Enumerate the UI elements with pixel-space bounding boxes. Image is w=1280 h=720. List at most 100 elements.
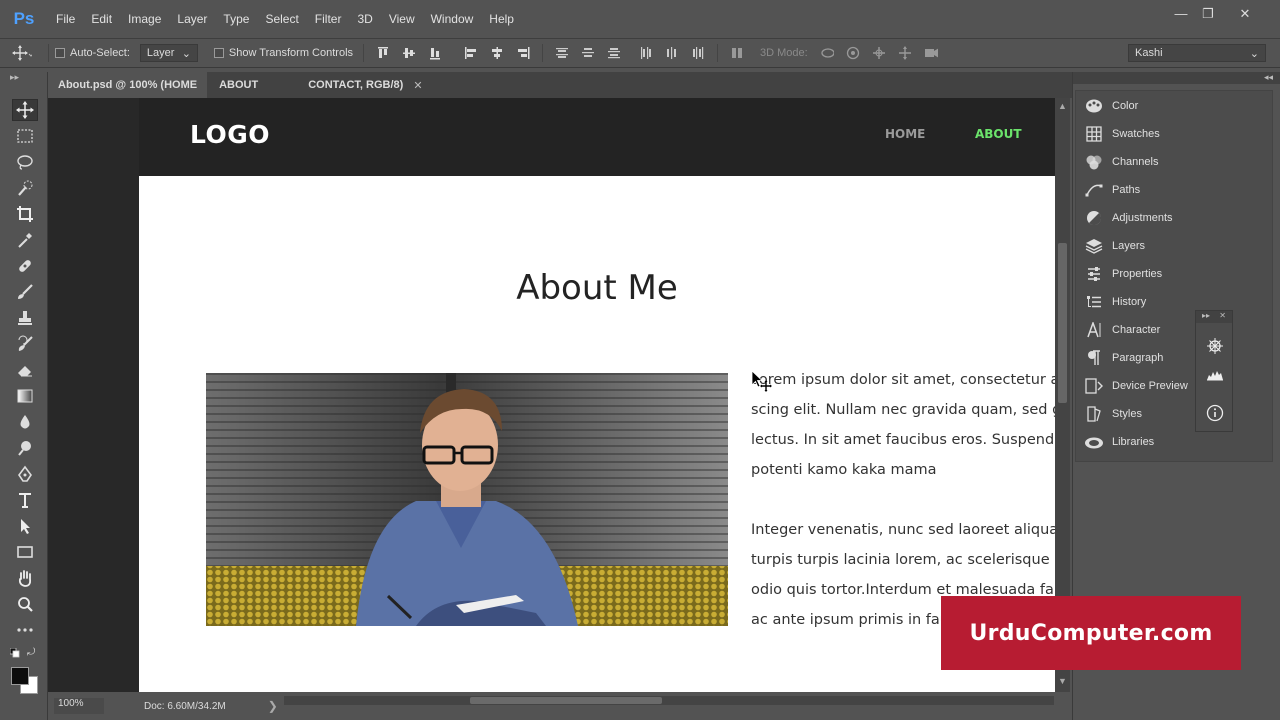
- panel-character[interactable]: Character: [1084, 318, 1160, 342]
- panel-device-preview[interactable]: Device Preview: [1084, 374, 1188, 398]
- quick-selection-tool-icon[interactable]: [12, 177, 38, 199]
- histogram-icon[interactable]: [1205, 364, 1225, 384]
- paragraph-icon: [1084, 348, 1104, 368]
- restore-button[interactable]: ❐: [1193, 6, 1223, 22]
- rectangle-tool-icon[interactable]: [12, 541, 38, 563]
- distribute-top-icon[interactable]: [555, 46, 569, 60]
- menu-help[interactable]: Help: [481, 12, 522, 26]
- move-tool-icon[interactable]: [12, 99, 38, 121]
- align-right-icon[interactable]: [516, 46, 530, 60]
- panel-styles[interactable]: Styles: [1084, 402, 1142, 426]
- align-top-icon[interactable]: [376, 46, 390, 60]
- scroll-down-icon[interactable]: ▼: [1058, 676, 1067, 686]
- align-left-icon[interactable]: [464, 46, 478, 60]
- more-tools-icon[interactable]: [12, 619, 38, 641]
- dodge-tool-icon[interactable]: [12, 437, 38, 459]
- close-tab-icon[interactable]: ✕: [413, 79, 422, 92]
- blur-tool-icon[interactable]: [12, 411, 38, 433]
- 3d-pan-icon[interactable]: [872, 46, 886, 60]
- 3d-slide-icon[interactable]: [898, 46, 912, 60]
- eraser-tool-icon[interactable]: [12, 359, 38, 381]
- nav-home[interactable]: HOME: [885, 127, 925, 141]
- distribute-center-icon[interactable]: [581, 46, 595, 60]
- menu-3d[interactable]: 3D: [349, 12, 380, 26]
- close-panel-icon[interactable]: ✕: [1219, 311, 1226, 323]
- marquee-tool-icon[interactable]: [12, 125, 38, 147]
- horizontal-scrollbar[interactable]: [284, 696, 1054, 705]
- align-bottom-icon[interactable]: [428, 46, 442, 60]
- vertical-scroll-thumb[interactable]: [1058, 243, 1067, 403]
- panel-channels[interactable]: Channels: [1084, 150, 1158, 174]
- panel-libraries[interactable]: Libraries: [1084, 430, 1154, 454]
- menu-view[interactable]: View: [381, 12, 423, 26]
- tab-about-psd[interactable]: About.psd @ 100% (HOME: [48, 72, 208, 98]
- chevron-down-icon: ⌄: [181, 47, 191, 60]
- 3d-roll-icon[interactable]: [846, 46, 860, 60]
- hand-tool-icon[interactable]: [12, 567, 38, 589]
- panel-color[interactable]: Color: [1084, 94, 1138, 118]
- distribute-right-icon[interactable]: [691, 46, 705, 60]
- panel-properties[interactable]: Properties: [1084, 262, 1162, 286]
- site-header: LOGO HOME ABOUT: [139, 98, 1055, 176]
- crop-tool-icon[interactable]: [12, 203, 38, 225]
- panel-adjustments[interactable]: Adjustments: [1084, 206, 1173, 230]
- menu-window[interactable]: Window: [423, 12, 482, 26]
- pen-tool-icon[interactable]: [12, 463, 38, 485]
- auto-align-icon[interactable]: [730, 46, 744, 60]
- history-brush-tool-icon[interactable]: [12, 333, 38, 355]
- navigator-icon[interactable]: [1205, 336, 1225, 356]
- workspace-dropdown[interactable]: Kashi ⌄: [1128, 44, 1266, 62]
- healing-brush-tool-icon[interactable]: [12, 255, 38, 277]
- close-window-button[interactable]: ✕: [1230, 6, 1260, 22]
- panel-paragraph[interactable]: Paragraph: [1084, 346, 1163, 370]
- 3d-rotate-icon[interactable]: [820, 46, 834, 60]
- collapse-tools-icon[interactable]: ▸▸: [10, 72, 19, 83]
- clone-stamp-tool-icon[interactable]: [12, 307, 38, 329]
- tab-about[interactable]: ABOUT: [207, 72, 298, 98]
- panel-history[interactable]: History: [1084, 290, 1146, 314]
- brush-tool-icon[interactable]: [12, 281, 38, 303]
- menu-select[interactable]: Select: [257, 12, 306, 26]
- scroll-up-icon[interactable]: ▲: [1058, 101, 1067, 111]
- menu-edit[interactable]: Edit: [83, 12, 120, 26]
- expand-panel-icon[interactable]: ▸▸: [1202, 311, 1210, 323]
- zoom-tool-icon[interactable]: [12, 593, 38, 615]
- eyedropper-tool-icon[interactable]: [12, 229, 38, 251]
- panel-paths[interactable]: Paths: [1084, 178, 1140, 202]
- auto-select-dropdown[interactable]: Layer ⌄: [139, 44, 198, 62]
- default-colors-icon[interactable]: [9, 647, 20, 658]
- workspace-value: Kashi: [1135, 47, 1163, 59]
- panel-swatches[interactable]: Swatches: [1084, 122, 1160, 146]
- minimize-button[interactable]: —: [1166, 6, 1196, 22]
- zoom-level-field[interactable]: 100%: [54, 698, 104, 714]
- foreground-color-swatch[interactable]: [11, 667, 29, 685]
- align-vertical-center-icon[interactable]: [402, 46, 416, 60]
- collapse-dock-icon[interactable]: ◂◂: [1264, 72, 1273, 83]
- horizontal-scroll-thumb[interactable]: [470, 697, 662, 704]
- panel-layers[interactable]: Layers: [1084, 234, 1145, 258]
- canvas-workspace[interactable]: LOGO HOME ABOUT About Me Lorem ipsum dol…: [48, 98, 1055, 692]
- menu-image[interactable]: Image: [120, 12, 169, 26]
- path-selection-tool-icon[interactable]: [12, 515, 38, 537]
- tab-contact[interactable]: CONTACT, RGB/8) ✕: [298, 72, 432, 98]
- menu-layer[interactable]: Layer: [169, 12, 215, 26]
- move-tool-preset-icon[interactable]: [12, 45, 42, 61]
- menu-file[interactable]: File: [48, 12, 83, 26]
- align-horizontal-center-icon[interactable]: [490, 46, 504, 60]
- lasso-tool-icon[interactable]: [12, 151, 38, 173]
- webpage-artboard[interactable]: LOGO HOME ABOUT About Me Lorem ipsum dol…: [139, 98, 1055, 692]
- nav-about[interactable]: ABOUT: [975, 127, 1022, 141]
- menu-type[interactable]: Type: [215, 12, 257, 26]
- menu-filter[interactable]: Filter: [307, 12, 350, 26]
- status-menu-icon[interactable]: ❯: [268, 699, 278, 713]
- distribute-hcenter-icon[interactable]: [665, 46, 679, 60]
- gradient-tool-icon[interactable]: [12, 385, 38, 407]
- type-tool-icon[interactable]: [12, 489, 38, 511]
- distribute-left-icon[interactable]: [639, 46, 653, 60]
- swap-colors-icon[interactable]: ⤾: [27, 647, 35, 658]
- show-transform-checkbox[interactable]: [213, 48, 224, 58]
- auto-select-checkbox[interactable]: [55, 48, 65, 58]
- 3d-scale-icon[interactable]: [924, 46, 938, 60]
- info-icon[interactable]: [1205, 403, 1225, 423]
- distribute-bottom-icon[interactable]: [607, 46, 621, 60]
